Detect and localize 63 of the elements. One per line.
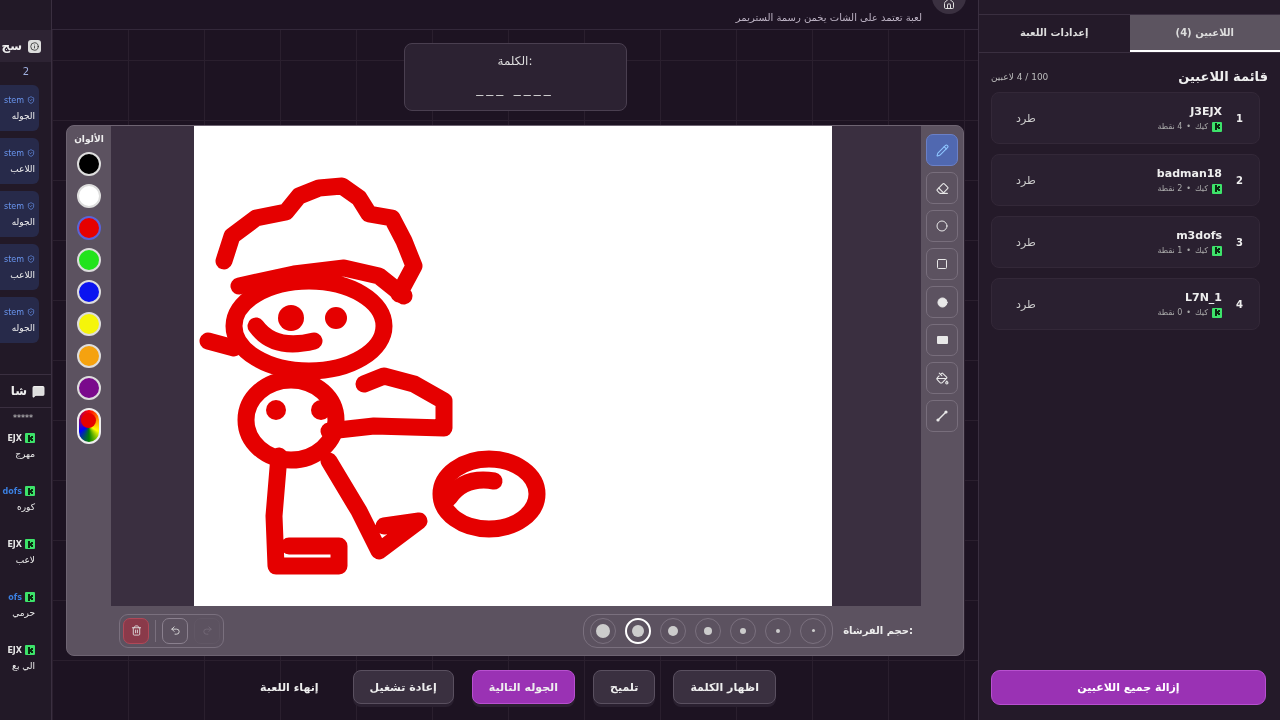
chat-message: مهرج [15, 449, 35, 459]
hidden-word: ***** [13, 414, 33, 423]
separator-dot: • [1186, 122, 1192, 131]
player-platform: كيك [1195, 246, 1209, 255]
separator-dot: • [1186, 246, 1192, 255]
chat-username: ofs [8, 592, 22, 602]
action-button[interactable]: الجوله التالية [471, 670, 575, 704]
log-title: سج [1, 39, 22, 53]
action-button[interactable]: اظهار الكلمة [673, 670, 776, 704]
action-button[interactable]: إعادة تشغيل [352, 670, 454, 704]
separator-dot: • [1186, 184, 1192, 193]
player-rank: 2 [1236, 174, 1243, 186]
chat-message: الي بع [12, 661, 35, 671]
kick-button[interactable]: طرد [1012, 231, 1040, 253]
log-source: stem [3, 254, 35, 264]
brush-size-label: حجم الفرشاة: [843, 625, 913, 636]
game-subtitle: لعبة تعتمد على الشات يخمن رسمة الستريمر [735, 12, 922, 23]
colors-title: الألوان [74, 134, 104, 144]
chat-username: EJX [7, 539, 22, 549]
kick-button[interactable]: طرد [1012, 293, 1040, 315]
remove-all-button[interactable]: إزالة جميع اللاعبين [991, 670, 1266, 705]
panel-tab[interactable]: اللاعبين (4) [1129, 15, 1280, 52]
action-button[interactable]: إنهاء اللعبة [244, 670, 335, 704]
log-source: stem [3, 95, 35, 105]
player-points: 0 نقطة [1157, 308, 1183, 317]
log-text: الجوله [11, 322, 35, 333]
word-blanks: ___ ____ [476, 80, 554, 96]
player-points: 2 نقطة [1157, 184, 1183, 193]
player-name: m3dofs [1175, 228, 1223, 242]
player-points: 4 نقطة [1157, 122, 1183, 131]
log-count: 2 [22, 66, 29, 77]
log-source: stem [3, 307, 35, 317]
player-rank: 3 [1236, 236, 1243, 248]
chat-title: شا [10, 384, 27, 398]
chat-message: لاعب [15, 555, 35, 565]
kick-button[interactable]: طرد [1012, 107, 1040, 129]
chat-message: حرمي [12, 608, 35, 618]
players-title: قائمة اللاعبين [1178, 69, 1268, 84]
player-name: J3EJX [1188, 104, 1223, 118]
player-platform: كيك [1195, 184, 1209, 193]
log-text: الجوله [11, 216, 35, 227]
log-text: اللاعب [10, 163, 35, 174]
player-name: badman18 [1155, 166, 1223, 180]
log-text: اللاعب [10, 269, 35, 280]
player-rank: 1 [1236, 112, 1243, 124]
kick-button[interactable]: طرد [1012, 169, 1040, 191]
chat-username: dofs [2, 486, 22, 496]
chat-username: EJX [7, 645, 22, 655]
player-rank: 4 [1236, 298, 1243, 310]
panel-tab[interactable]: إعدادات اللعبة [979, 15, 1130, 52]
player-points: 1 نقطة [1157, 246, 1183, 255]
chat-username: EJX [7, 433, 22, 443]
word-label: الكلمة: [497, 54, 533, 68]
players-count: 100 / 4 لاعبين [991, 71, 1049, 82]
separator-dot: • [1186, 308, 1192, 317]
log-text: الجوله [11, 110, 35, 121]
log-source: stem [3, 201, 35, 211]
chat-message: كوره [17, 502, 35, 512]
player-name: L7N_1 [1184, 290, 1223, 304]
action-button[interactable]: تلميح [593, 670, 656, 704]
player-platform: كيك [1195, 308, 1209, 317]
log-source: stem [3, 148, 35, 158]
player-platform: كيك [1195, 122, 1209, 131]
